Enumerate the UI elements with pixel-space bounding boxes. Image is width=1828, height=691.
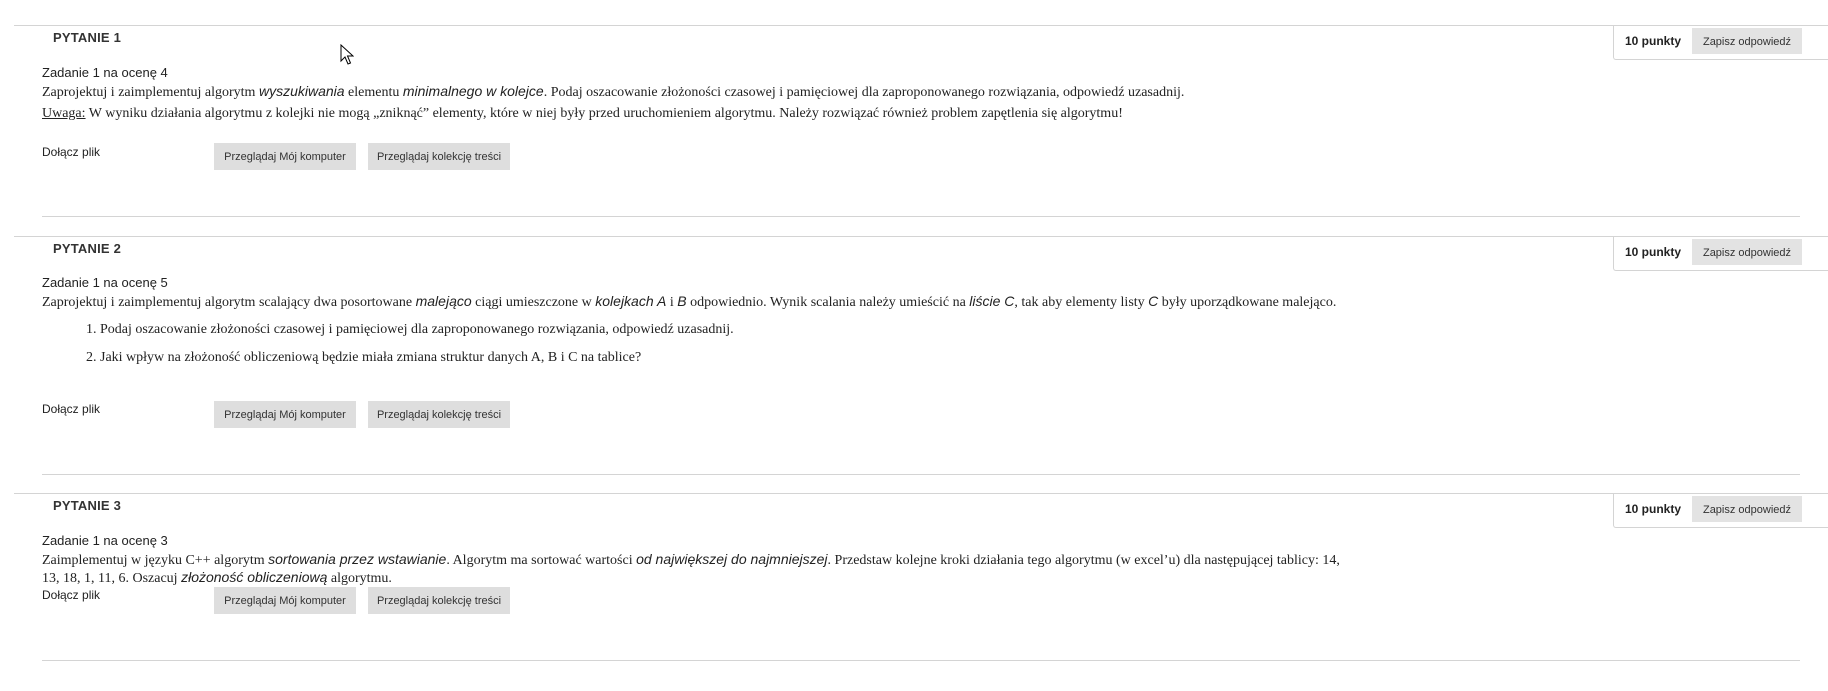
attach-file-label: Dołącz plik — [42, 588, 101, 602]
subtask-item: 2. Jaki wpływ na złożoność obliczeniową … — [86, 350, 642, 365]
question-2: PYTANIE 2 10 punkty Zapisz odpowiedź Zad… — [0, 236, 1828, 476]
browse-content-collection-button[interactable]: Przeglądaj kolekcję treści — [368, 587, 510, 614]
question-subtitle: Zadanie 1 na ocenę 3 — [42, 533, 168, 548]
points-label: 10 punkty — [1625, 34, 1682, 48]
save-answer-button[interactable]: Zapisz odpowiedź — [1692, 496, 1802, 522]
question-title: PYTANIE 1 — [53, 30, 122, 45]
mouse-cursor-icon — [340, 44, 354, 65]
question-divider — [14, 25, 1828, 26]
question-divider — [14, 493, 1828, 494]
browse-my-computer-button[interactable]: Przeglądaj Mój komputer — [214, 143, 356, 170]
question-subtitle: Zadanie 1 na ocenę 4 — [42, 65, 168, 80]
points-panel: 10 punkty Zapisz odpowiedź — [1613, 236, 1828, 271]
points-panel: 10 punkty Zapisz odpowiedź — [1613, 493, 1828, 528]
question-1: PYTANIE 1 10 punkty Zapisz odpowiedź Zad… — [0, 25, 1828, 217]
question-title: PYTANIE 3 — [53, 498, 122, 513]
question-bottom-divider — [42, 216, 1800, 217]
question-bottom-divider — [42, 660, 1800, 661]
attach-file-label: Dołącz plik — [42, 145, 101, 159]
browse-my-computer-button[interactable]: Przeglądaj Mój komputer — [214, 587, 356, 614]
points-label: 10 punkty — [1625, 245, 1682, 259]
question-note-line: Uwaga: W wyniku działania algorytmu z ko… — [42, 106, 1123, 121]
question-subtasks-list: 1. Podaj oszacowanie złożoności czasowej… — [86, 322, 734, 378]
question-3: PYTANIE 3 10 punkty Zapisz odpowiedź Zad… — [0, 493, 1828, 663]
question-subtitle: Zadanie 1 na ocenę 5 — [42, 275, 168, 290]
question-text: Zaimplementuj w języku C++ algorytm sort… — [42, 551, 1432, 587]
browse-content-collection-button[interactable]: Przeglądaj kolekcję treści — [368, 401, 510, 428]
browse-my-computer-button[interactable]: Przeglądaj Mój komputer — [214, 401, 356, 428]
question-text-line: 13, 18, 1, 11, 6. Oszacuj złożoność obli… — [42, 569, 392, 586]
question-divider — [14, 236, 1828, 237]
question-text-line: Zaimplementuj w języku C++ algorytm sort… — [42, 551, 1340, 568]
attach-file-label: Dołącz plik — [42, 402, 101, 416]
subtask-item: 1. Podaj oszacowanie złożoności czasowej… — [86, 322, 734, 337]
points-label: 10 punkty — [1625, 502, 1682, 516]
save-answer-button[interactable]: Zapisz odpowiedź — [1692, 239, 1802, 265]
save-answer-button[interactable]: Zapisz odpowiedź — [1692, 28, 1802, 54]
question-title: PYTANIE 2 — [53, 241, 122, 256]
browse-content-collection-button[interactable]: Przeglądaj kolekcję treści — [368, 143, 510, 170]
question-text-line: Zaprojektuj i zaimplementuj algorytm wys… — [42, 83, 1185, 100]
points-panel: 10 punkty Zapisz odpowiedź — [1613, 25, 1828, 60]
question-text-line: Zaprojektuj i zaimplementuj algorytm sca… — [42, 293, 1337, 310]
question-bottom-divider — [42, 474, 1800, 475]
question-text: Zaprojektuj i zaimplementuj algorytm sca… — [42, 293, 1432, 311]
question-text: Zaprojektuj i zaimplementuj algorytm wys… — [42, 83, 1432, 122]
note-label: Uwaga: — [42, 106, 86, 121]
